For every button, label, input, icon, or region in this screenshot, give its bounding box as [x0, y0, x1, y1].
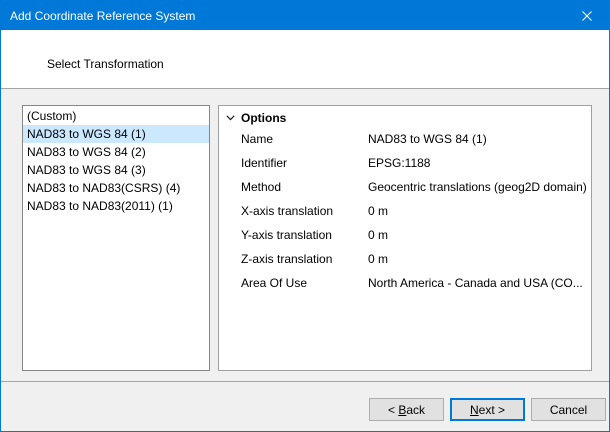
- option-value: 0 m: [368, 204, 388, 218]
- list-item[interactable]: NAD83 to WGS 84 (1): [23, 125, 209, 143]
- option-label: Method: [241, 180, 368, 194]
- option-label: Identifier: [241, 156, 368, 170]
- transformation-list[interactable]: (Custom)NAD83 to WGS 84 (1)NAD83 to WGS …: [22, 105, 210, 371]
- back-button-label-pre: <: [388, 403, 398, 417]
- option-value: NAD83 to WGS 84 (1): [368, 132, 487, 146]
- chevron-down-icon: [226, 115, 235, 121]
- options-header[interactable]: Options: [219, 108, 591, 127]
- list-item[interactable]: (Custom): [23, 107, 209, 125]
- cancel-button[interactable]: Cancel: [531, 398, 606, 421]
- option-value: 0 m: [368, 228, 388, 242]
- list-item[interactable]: NAD83 to WGS 84 (2): [23, 143, 209, 161]
- option-row: Area Of UseNorth America - Canada and US…: [219, 271, 591, 295]
- list-item[interactable]: NAD83 to NAD83(2011) (1): [23, 197, 209, 215]
- option-row: MethodGeocentric translations (geog2D do…: [219, 175, 591, 199]
- next-button-mnemonic: N: [470, 403, 479, 417]
- list-item[interactable]: NAD83 to WGS 84 (3): [23, 161, 209, 179]
- option-value: EPSG:1188: [368, 156, 430, 170]
- option-row: IdentifierEPSG:1188: [219, 151, 591, 175]
- option-value: 0 m: [368, 252, 388, 266]
- title-bar[interactable]: Add Coordinate Reference System: [1, 1, 609, 30]
- options-rows: NameNAD83 to WGS 84 (1)IdentifierEPSG:11…: [219, 127, 591, 295]
- option-label: Y-axis translation: [241, 228, 368, 242]
- options-panel: Options NameNAD83 to WGS 84 (1)Identifie…: [218, 105, 592, 371]
- option-value: North America - Canada and USA (CO...: [368, 276, 583, 290]
- back-button-label-post: ack: [406, 403, 425, 417]
- close-icon: [582, 11, 592, 21]
- option-label: Z-axis translation: [241, 252, 368, 266]
- options-title: Options: [241, 111, 286, 125]
- option-label: Area Of Use: [241, 276, 368, 290]
- cancel-button-label: Cancel: [550, 403, 587, 417]
- option-value: Geocentric translations (geog2D domain): [368, 180, 587, 194]
- dialog-window: Add Coordinate Reference System Select T…: [0, 0, 610, 432]
- option-row: Z-axis translation0 m: [219, 247, 591, 271]
- list-item[interactable]: NAD83 to NAD83(CSRS) (4): [23, 179, 209, 197]
- option-row: Y-axis translation0 m: [219, 223, 591, 247]
- option-label: Name: [241, 132, 368, 146]
- next-button[interactable]: Next >: [450, 398, 525, 421]
- page-title: Select Transformation: [47, 57, 164, 71]
- window-title: Add Coordinate Reference System: [1, 9, 195, 23]
- option-row: NameNAD83 to WGS 84 (1): [219, 127, 591, 151]
- wizard-header: Select Transformation: [1, 30, 609, 89]
- next-button-label-post: ext >: [479, 403, 505, 417]
- option-label: X-axis translation: [241, 204, 368, 218]
- close-button[interactable]: [564, 1, 609, 30]
- option-row: X-axis translation0 m: [219, 199, 591, 223]
- options-expander[interactable]: [219, 115, 241, 121]
- back-button[interactable]: < Back: [369, 398, 444, 421]
